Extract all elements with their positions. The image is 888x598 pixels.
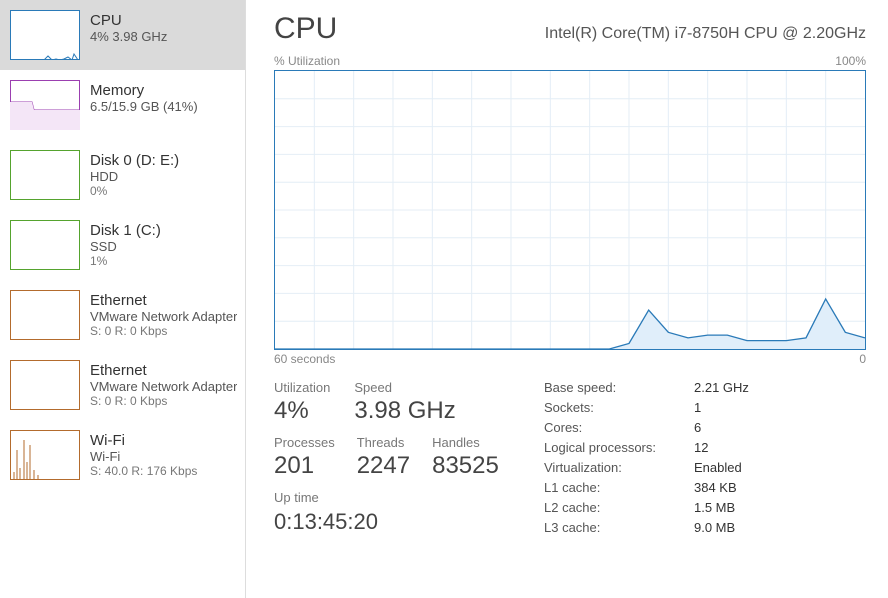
sidebar-item-memory[interactable]: Memory6.5/15.9 GB (41%) — [0, 70, 245, 140]
info-key: Virtualization: — [544, 460, 694, 475]
info-value: 1.5 MB — [694, 500, 735, 515]
sidebar-item-disk0[interactable]: Disk 0 (D: E:)HDD0% — [0, 140, 245, 210]
sidebar-item-sub: 4% 3.98 GHz — [90, 29, 167, 44]
info-key: Base speed: — [544, 380, 694, 395]
info-value: 384 KB — [694, 480, 737, 495]
info-value: Enabled — [694, 460, 742, 475]
sidebar-item-sub2: S: 40.0 R: 176 Kbps — [90, 464, 197, 478]
cpu-info-table: Base speed:2.21 GHzSockets:1Cores:6Logic… — [544, 380, 866, 540]
info-value: 6 — [694, 420, 701, 435]
sidebar-item-wifi[interactable]: Wi-FiWi-FiS: 40.0 R: 176 Kbps — [0, 420, 245, 490]
info-value: 9.0 MB — [694, 520, 735, 535]
sidebar-item-title: Wi-Fi — [90, 432, 197, 449]
sidebar-item-sub: HDD — [90, 169, 179, 184]
info-key: L3 cache: — [544, 520, 694, 535]
cpu-thumb-chart — [10, 10, 80, 60]
info-value: 2.21 GHz — [694, 380, 749, 395]
threads-label: Threads — [357, 435, 410, 450]
sidebar-item-sub2: 0% — [90, 184, 179, 198]
axis-bottom-right: 0 — [859, 352, 866, 366]
info-key: Sockets: — [544, 400, 694, 415]
info-row: L2 cache:1.5 MB — [544, 500, 866, 515]
info-key: L2 cache: — [544, 500, 694, 515]
sidebar-item-title: CPU — [90, 12, 167, 29]
info-row: Sockets:1 — [544, 400, 866, 415]
info-row: L3 cache:9.0 MB — [544, 520, 866, 535]
cpu-detail-pane: CPU Intel(R) Core(TM) i7-8750H CPU @ 2.2… — [246, 0, 888, 598]
disk1-thumb-chart — [10, 220, 80, 270]
sidebar-item-title: Disk 0 (D: E:) — [90, 152, 179, 169]
memory-thumb-chart — [10, 80, 80, 130]
utilization-value: 4% — [274, 397, 330, 425]
info-row: Logical processors:12 — [544, 440, 866, 455]
sidebar-item-sub: VMware Network Adapter — [90, 379, 237, 394]
sidebar-item-eth1[interactable]: EthernetVMware Network AdapterS: 0 R: 0 … — [0, 280, 245, 350]
uptime-value: 0:13:45:20 — [274, 509, 514, 535]
handles-label: Handles — [432, 435, 499, 450]
speed-label: Speed — [354, 380, 455, 395]
eth1-thumb-chart — [10, 290, 80, 340]
info-row: Virtualization:Enabled — [544, 460, 866, 475]
info-row: L1 cache:384 KB — [544, 480, 866, 495]
sidebar-item-title: Disk 1 (C:) — [90, 222, 161, 239]
sidebar-item-sub2: 1% — [90, 254, 161, 268]
sidebar-item-sub2: S: 0 R: 0 Kbps — [90, 324, 237, 338]
sidebar-item-disk1[interactable]: Disk 1 (C:)SSD1% — [0, 210, 245, 280]
processes-value: 201 — [274, 452, 335, 480]
cpu-model: Intel(R) Core(TM) i7-8750H CPU @ 2.20GHz — [545, 25, 866, 43]
sidebar-item-title: Memory — [90, 82, 198, 99]
page-title: CPU — [274, 12, 337, 46]
info-key: Cores: — [544, 420, 694, 435]
sidebar-item-eth2[interactable]: EthernetVMware Network AdapterS: 0 R: 0 … — [0, 350, 245, 420]
eth2-thumb-chart — [10, 360, 80, 410]
sidebar-item-sub: 6.5/15.9 GB (41%) — [90, 99, 198, 114]
axis-top-right: 100% — [835, 54, 866, 68]
info-value: 1 — [694, 400, 701, 415]
info-row: Base speed:2.21 GHz — [544, 380, 866, 395]
sidebar-item-cpu[interactable]: CPU4% 3.98 GHz — [0, 0, 245, 70]
sidebar-item-sub: VMware Network Adapter — [90, 309, 237, 324]
info-value: 12 — [694, 440, 708, 455]
threads-value: 2247 — [357, 452, 410, 480]
sidebar-item-sub2: S: 0 R: 0 Kbps — [90, 394, 237, 408]
performance-sidebar[interactable]: CPU4% 3.98 GHzMemory6.5/15.9 GB (41%)Dis… — [0, 0, 246, 598]
sidebar-item-sub: SSD — [90, 239, 161, 254]
processes-label: Processes — [274, 435, 335, 450]
disk0-thumb-chart — [10, 150, 80, 200]
info-row: Cores:6 — [544, 420, 866, 435]
uptime-label: Up time — [274, 490, 514, 505]
info-key: Logical processors: — [544, 440, 694, 455]
sidebar-item-sub: Wi-Fi — [90, 449, 197, 464]
axis-top-left: % Utilization — [274, 54, 340, 68]
axis-bottom-left: 60 seconds — [274, 352, 335, 366]
info-key: L1 cache: — [544, 480, 694, 495]
cpu-usage-chart[interactable] — [274, 70, 866, 350]
utilization-label: Utilization — [274, 380, 330, 395]
speed-value: 3.98 GHz — [354, 397, 455, 425]
handles-value: 83525 — [432, 452, 499, 480]
sidebar-item-title: Ethernet — [90, 362, 237, 379]
sidebar-item-title: Ethernet — [90, 292, 237, 309]
wifi-thumb-chart — [10, 430, 80, 480]
